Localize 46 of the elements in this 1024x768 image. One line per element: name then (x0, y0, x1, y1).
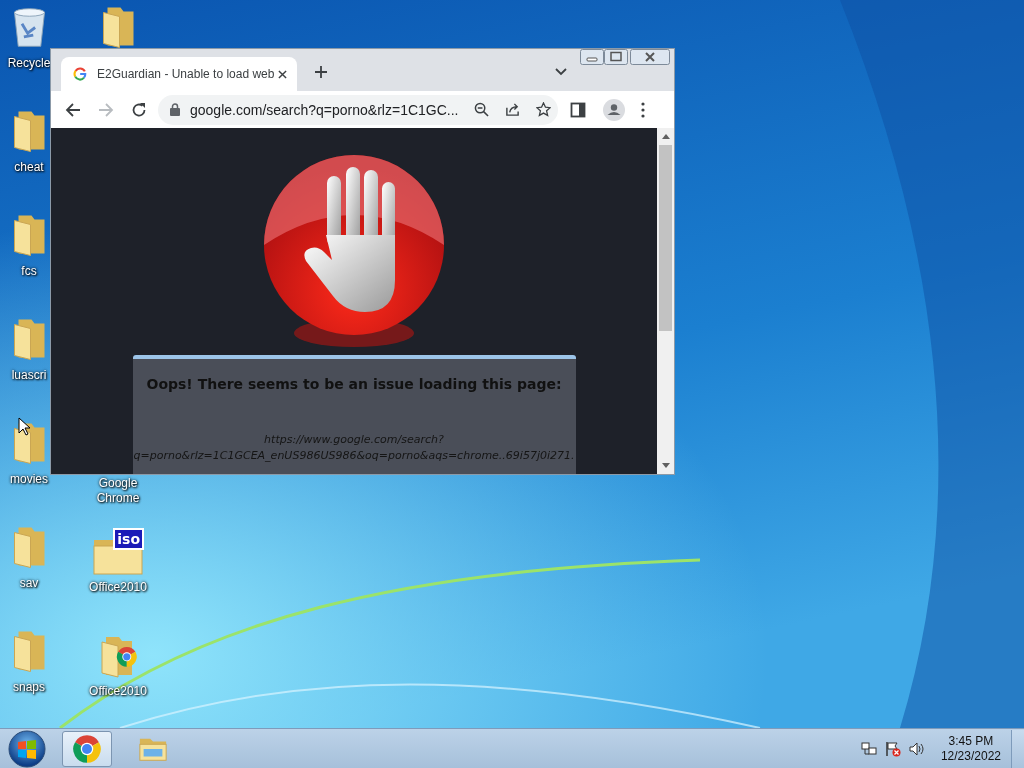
chrome-logo-icon (72, 733, 102, 764)
desktop-icon-label[interactable]: fcs (21, 264, 37, 279)
network-icon[interactable] (860, 740, 877, 757)
clock[interactable]: 3:45 PM 12/23/2022 (940, 733, 1001, 764)
desktop-icon-label[interactable]: luascri (11, 368, 47, 383)
scroll-down-icon[interactable] (661, 463, 670, 468)
desktop-icon-label[interactable]: cheat (14, 160, 44, 175)
close-button[interactable] (628, 49, 672, 65)
start-button[interactable] (8, 729, 46, 768)
profile-avatar-icon[interactable] (603, 98, 625, 121)
reload-icon[interactable] (131, 101, 147, 118)
browser-tab[interactable]: E2Guardian - Unable to load web (61, 57, 297, 91)
folder-icon[interactable] (13, 215, 45, 256)
maximize-button[interactable] (604, 49, 628, 65)
folder-icon[interactable] (102, 7, 134, 48)
side-panel-icon[interactable] (570, 101, 586, 118)
flag-warning-icon[interactable] (884, 740, 901, 757)
more-menu-icon[interactable] (641, 101, 645, 118)
scroll-thumb[interactable] (659, 145, 672, 331)
new-tab-icon[interactable] (315, 66, 327, 78)
scrollbar[interactable] (657, 128, 674, 474)
desktop-icon-label[interactable]: Recycle (7, 56, 51, 71)
address-bar[interactable]: google.com/search?q=porno&rlz=1C1GC... (158, 94, 558, 125)
chrome-taskbar-button[interactable] (62, 730, 112, 767)
google-g-icon (73, 67, 87, 81)
back-icon[interactable] (65, 101, 81, 118)
zoom-out-icon[interactable] (474, 102, 490, 117)
recycle-bin-icon[interactable] (13, 7, 45, 48)
scroll-up-icon[interactable] (661, 134, 670, 139)
speaker-icon[interactable] (908, 740, 925, 757)
error-heading: Oops! There seems to be an issue loading this page: (145, 376, 563, 392)
clock-date: 12/23/2022 (940, 748, 1001, 764)
mouse-pointer-icon (18, 417, 30, 436)
blocked-url-text: q=porno&rlz=1C1GCEA_enUS986US986&oq=porno&aqs=chrome..69i57j0i271. (132, 448, 576, 464)
star-icon[interactable] (536, 102, 552, 117)
clock-time: 3:45 PM (948, 733, 994, 749)
folder-icon[interactable] (13, 111, 45, 152)
chevron-down-icon[interactable] (555, 68, 567, 76)
lock-icon (170, 103, 180, 116)
folder-icon[interactable] (13, 423, 45, 464)
share-icon[interactable] (505, 102, 521, 117)
blocked-url-text: https://www.google.com/search? (263, 432, 445, 448)
file-type-badge: iso (113, 528, 144, 550)
url-text: google.com/search?q=porno&rlz=1C1GC... (190, 101, 459, 118)
close-icon[interactable] (278, 69, 287, 79)
minimize-button[interactable] (580, 49, 604, 65)
